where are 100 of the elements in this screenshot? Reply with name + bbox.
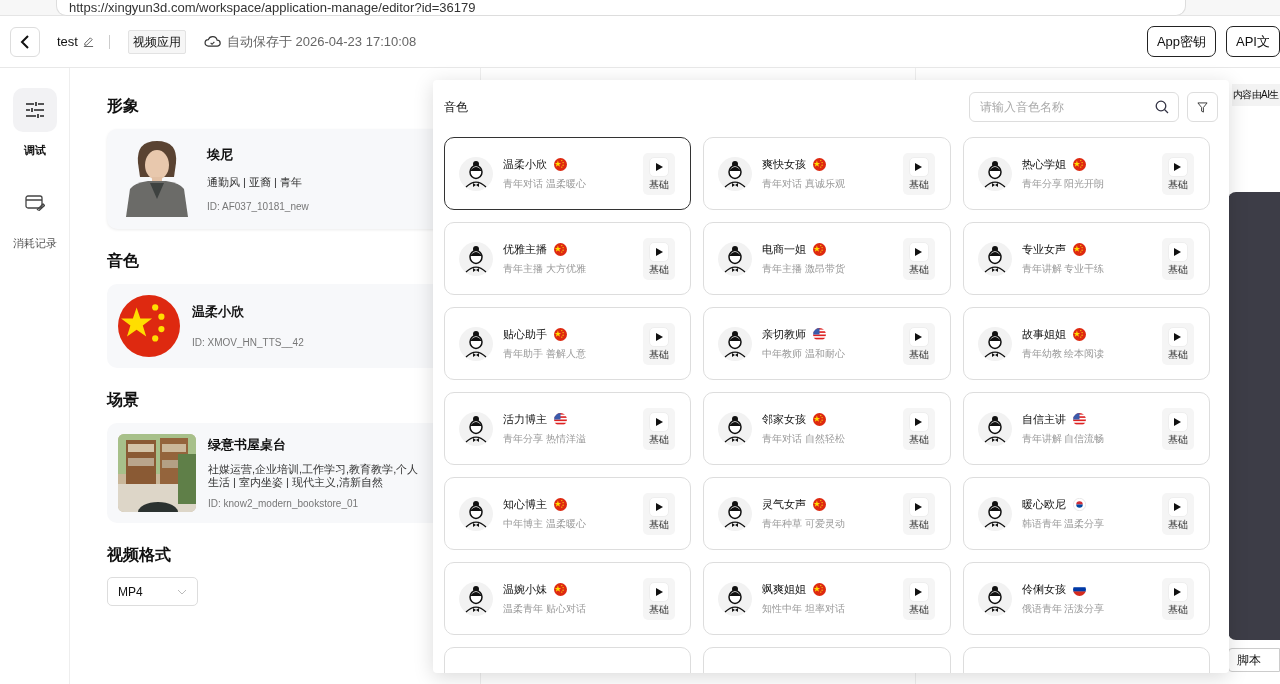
voice-option-desc: 青年主播 大方优雅 — [503, 262, 587, 277]
tier-label: 基础 — [649, 348, 670, 361]
voice-option[interactable]: 知心博主 中年博主 温柔暖心 基础 — [444, 477, 692, 550]
voice-option-desc: 青年主播 激昂带货 — [762, 262, 847, 277]
play-icon — [1174, 502, 1182, 511]
voice-option[interactable]: 温婉小妹 温柔青年 贴心对话 基础 — [444, 562, 692, 635]
pencil-icon[interactable] — [82, 36, 94, 47]
back-button[interactable] — [10, 26, 40, 57]
voice-option[interactable]: 贴心助手 青年助手 善解人意 基础 — [444, 307, 692, 380]
voice-option[interactable]: 爽快女孩 青年对话 真诚乐观 基础 — [703, 137, 951, 210]
header-button[interactable]: App密钥 — [1146, 26, 1217, 57]
tier-label: 基础 — [908, 603, 929, 616]
voice-option-desc: 青年幼教 绘本阅读 — [1021, 347, 1106, 362]
voice-option[interactable]: 故事姐姐 青年幼教 绘本阅读 基础 — [962, 307, 1210, 380]
avatar-icon — [977, 241, 1012, 276]
voice-option-name: 知心博主 — [503, 496, 547, 512]
search-icon — [1155, 100, 1169, 114]
voice-option-desc: 韩语青年 温柔分享 — [1021, 517, 1106, 532]
play-button[interactable] — [908, 411, 929, 432]
flag-icon — [1072, 327, 1086, 341]
voice-name: 温柔小欣 — [192, 303, 245, 322]
voice-option-desc: 俄语青年 活泼分享 — [1021, 602, 1106, 617]
play-button[interactable] — [649, 156, 670, 177]
play-button[interactable] — [1168, 326, 1188, 347]
play-button[interactable] — [1168, 411, 1188, 432]
voice-option[interactable]: 热心学姐 青年分享 阳光开朗 基础 — [962, 137, 1210, 210]
play-icon — [655, 502, 663, 511]
play-button[interactable] — [908, 241, 929, 262]
voice-option-name: 故事姐姐 — [1021, 326, 1066, 342]
voice-option-name: 温柔小欣 — [503, 156, 547, 172]
chevron-down-icon — [177, 588, 187, 595]
voice-option[interactable]: 专业女声 青年讲解 专业干练 基础 — [962, 222, 1210, 295]
voice-option[interactable]: 温柔小欣 青年对话 温柔暖心 基础 — [444, 137, 692, 210]
play-button[interactable] — [649, 581, 670, 602]
play-button[interactable] — [649, 326, 670, 347]
play-icon — [1174, 247, 1182, 256]
flag-icon — [813, 327, 827, 341]
address-bar[interactable]: https://xingyun3d.com/workspace/application-manage/editor?id=36179 — [56, 0, 1186, 16]
play-icon — [655, 332, 663, 341]
tier-label: 基础 — [649, 263, 670, 276]
flag-icon — [554, 497, 567, 511]
voice-option[interactable]: 亲切教师 中年教师 温和耐心 基础 — [703, 307, 951, 380]
play-icon — [1174, 417, 1182, 426]
play-button[interactable] — [908, 156, 929, 177]
play-button[interactable] — [1168, 496, 1188, 517]
app-title: test — [57, 32, 78, 51]
play-button[interactable] — [908, 326, 929, 347]
filter-button[interactable] — [1187, 92, 1218, 122]
nav-item[interactable]: 消耗记录 — [12, 180, 57, 251]
voice-option-name: 邻家女孩 — [762, 411, 807, 427]
voice-option[interactable]: 伶俐女孩 俄语青年 活泼分享 基础 — [962, 562, 1210, 635]
avatar-icon — [459, 581, 493, 616]
voice-option[interactable]: 灵气女声 青年种草 可爱灵动 基础 — [703, 477, 951, 550]
play-button[interactable] — [649, 411, 670, 432]
avatar-icon — [977, 326, 1012, 361]
flag-icon — [1072, 412, 1086, 426]
voice-option[interactable]: 电商一姐 青年主播 激昂带货 基础 — [703, 222, 951, 295]
voice-option[interactable]: 飒爽姐姐 知性中年 坦率对话 基础 — [703, 562, 951, 635]
tier-label: 基础 — [1168, 518, 1188, 531]
play-icon — [915, 502, 923, 511]
search-field[interactable]: 请输入音色名称 — [969, 92, 1179, 122]
voice-option-desc: 青年讲解 自信流畅 — [1021, 432, 1106, 447]
play-button[interactable] — [1168, 241, 1188, 262]
voice-option[interactable]: 活力博主 青年分享 热情洋溢 基础 — [444, 392, 692, 465]
flag-icon — [813, 157, 827, 171]
voice-option-desc: 青年对话 自然轻松 — [762, 432, 847, 447]
play-icon — [915, 247, 923, 256]
tier-label: 基础 — [908, 433, 929, 446]
tier-label: 基础 — [649, 518, 670, 531]
play-button[interactable] — [649, 241, 670, 262]
header-button[interactable]: API文 — [1226, 26, 1280, 57]
play-icon — [655, 417, 663, 426]
voice-option-name: 贴心助手 — [503, 326, 547, 342]
tier-label: 基础 — [1168, 603, 1188, 616]
popover-title: 音色 — [444, 99, 468, 116]
voice-option[interactable]: 邻家女孩 青年对话 自然轻松 基础 — [703, 392, 951, 465]
flag-icon — [554, 582, 567, 596]
chevron-left-icon — [20, 33, 30, 50]
flag-icon — [554, 242, 567, 256]
voice-id: ID: XMOV_HN_TTS__42 — [192, 335, 304, 350]
tier-label: 基础 — [1168, 263, 1188, 276]
play-button[interactable] — [908, 496, 929, 517]
flag-icon — [554, 157, 567, 171]
flag-icon — [813, 582, 827, 596]
play-button[interactable] — [649, 496, 670, 517]
voice-option[interactable]: 自信主讲 青年讲解 自信流畅 基础 — [962, 392, 1210, 465]
avatar-icon — [459, 326, 493, 361]
tier-label: 基础 — [908, 263, 929, 276]
play-button[interactable] — [1168, 156, 1188, 177]
voice-option-name: 飒爽姐姐 — [762, 581, 807, 597]
play-button[interactable] — [908, 581, 929, 602]
voice-option-desc: 青年分享 热情洋溢 — [503, 432, 587, 447]
voice-option-desc: 温柔青年 贴心对话 — [503, 602, 587, 617]
voice-option[interactable]: 暖心欧尼 韩语青年 温柔分享 基础 — [962, 477, 1210, 550]
format-select[interactable]: MP4 — [107, 577, 198, 606]
voice-option[interactable]: 优雅主播 青年主播 大方优雅 基础 — [444, 222, 692, 295]
play-button[interactable] — [1168, 581, 1188, 602]
voice-option-desc: 青年种草 可爱灵动 — [762, 517, 847, 532]
voice-option-name: 活力博主 — [503, 411, 547, 427]
avatar-icon — [977, 496, 1012, 531]
